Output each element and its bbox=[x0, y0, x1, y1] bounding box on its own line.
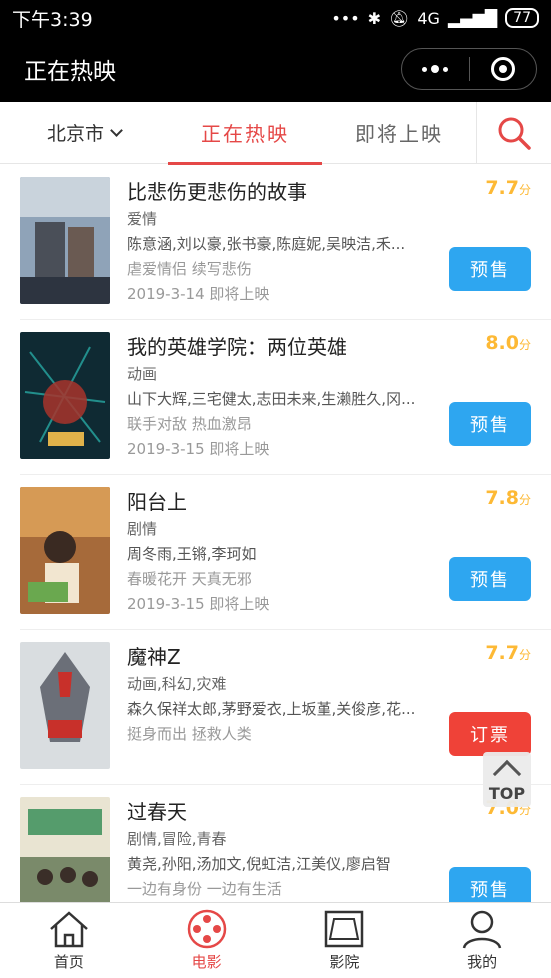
chevron-down-icon bbox=[110, 123, 123, 137]
movie-release: 2019-3-15 即将上映 bbox=[127, 595, 270, 613]
signal-icon: ▂▄▆█ bbox=[447, 8, 498, 28]
film-reel-icon bbox=[187, 909, 226, 949]
close-miniprogram-button[interactable] bbox=[470, 49, 537, 89]
movie-title: 阳台上 bbox=[127, 490, 187, 514]
movie-tagline: 春暖花开 天真无邪 bbox=[127, 570, 252, 588]
movie-genre: 剧情 bbox=[127, 520, 158, 538]
presale-button[interactable]: 预售 bbox=[449, 247, 531, 291]
nav-cinemas-label: 影院 bbox=[329, 953, 360, 971]
status-bar: 下午3:39 ••• ✱ 🔕︎ 4G ▂▄▆█ 77 bbox=[0, 0, 551, 36]
nav-movies[interactable]: 电影 bbox=[138, 903, 276, 978]
movie-title: 比悲伤更悲伤的故事 bbox=[127, 180, 307, 204]
bottom-nav: 首页 电影 影院 我的 bbox=[0, 902, 551, 978]
movie-poster[interactable] bbox=[20, 797, 110, 902]
more-dots-icon: ••• bbox=[331, 8, 360, 28]
movie-tagline: 挺身而出 拯救人类 bbox=[127, 725, 252, 743]
home-icon bbox=[50, 911, 88, 948]
tab-bar: 北京市 正在热映 即将上映 bbox=[0, 102, 551, 165]
movie-genre: 动画,科幻,灾难 bbox=[127, 675, 227, 693]
movie-title: 魔神Z bbox=[127, 645, 181, 669]
status-icons: ••• ✱ 🔕︎ 4G ▂▄▆█ 77 bbox=[331, 8, 539, 28]
movie-genre: 动画 bbox=[127, 365, 158, 383]
movie-poster[interactable] bbox=[20, 177, 110, 304]
more-button[interactable] bbox=[402, 49, 469, 89]
movie-tagline: 虐爱情侣 续写悲伤 bbox=[127, 260, 252, 278]
nav-movies-label: 电影 bbox=[191, 953, 222, 971]
movie-genre: 爱情 bbox=[127, 210, 158, 228]
city-label: 北京市 bbox=[46, 123, 104, 145]
movie-cast: 陈意涵,刘以豪,张书豪,陈庭妮,吴映洁,禾... bbox=[127, 235, 406, 253]
tab-coming-soon[interactable]: 即将上映 bbox=[322, 102, 476, 164]
movie-item[interactable]: 过春天 剧情,冒险,青春 黄尧,孙阳,汤加文,倪虹洁,江美仪,廖启智 一边有身份… bbox=[20, 785, 551, 902]
more-icon bbox=[422, 65, 449, 73]
movie-genre: 剧情,冒险,青春 bbox=[127, 830, 227, 848]
movie-tagline: 联手对敌 热血激昂 bbox=[127, 415, 252, 433]
nav-cinemas[interactable]: 影院 bbox=[276, 903, 414, 978]
title-bar: 正在热映 bbox=[0, 36, 551, 102]
search-icon bbox=[498, 117, 531, 150]
movie-list: 比悲伤更悲伤的故事 爱情 陈意涵,刘以豪,张书豪,陈庭妮,吴映洁,禾... 虐爱… bbox=[0, 165, 551, 902]
movie-tagline: 一边有身份 一边有生活 bbox=[127, 880, 282, 898]
movie-item[interactable]: 我的英雄学院：两位英雄 动画 山下大辉,三宅健太,志田未来,生濑胜久,冈... … bbox=[20, 320, 551, 475]
bluetooth-icon: ✱ bbox=[367, 8, 382, 28]
movie-score: 7.7分 bbox=[485, 177, 531, 199]
buy-ticket-button[interactable]: 订票 bbox=[449, 712, 531, 756]
tab-now-showing[interactable]: 正在热映 bbox=[168, 102, 322, 165]
movie-cast: 森久保祥太郎,茅野爱衣,上坂堇,关俊彦,花... bbox=[127, 700, 416, 718]
presale-button[interactable]: 预售 bbox=[449, 402, 531, 446]
cinema-icon bbox=[325, 910, 364, 948]
movie-item[interactable]: 阳台上 剧情 周冬雨,王锵,李珂如 春暖花开 天真无邪 2019-3-15 即将… bbox=[20, 475, 551, 630]
movie-score: 8.0分 bbox=[485, 332, 531, 354]
battery-icon: 77 bbox=[505, 8, 539, 28]
movie-score: 7.7分 bbox=[485, 642, 531, 664]
movie-item[interactable]: 比悲伤更悲伤的故事 爱情 陈意涵,刘以豪,张书豪,陈庭妮,吴映洁,禾... 虐爱… bbox=[20, 165, 551, 320]
mute-icon: 🔕︎ bbox=[389, 8, 410, 28]
back-to-top-button[interactable]: TOP bbox=[483, 752, 531, 807]
nav-home[interactable]: 首页 bbox=[0, 903, 138, 978]
presale-button[interactable]: 预售 bbox=[449, 557, 531, 601]
city-selector[interactable]: 北京市 bbox=[0, 119, 168, 146]
movie-poster[interactable] bbox=[20, 642, 110, 769]
miniprogram-capsule bbox=[401, 48, 537, 90]
movie-release: 2019-3-15 即将上映 bbox=[127, 440, 270, 458]
nav-profile-label: 我的 bbox=[467, 953, 498, 971]
movie-poster[interactable] bbox=[20, 332, 110, 459]
movie-title: 我的英雄学院：两位英雄 bbox=[127, 335, 347, 359]
user-icon bbox=[462, 910, 502, 949]
movie-cast: 黄尧,孙阳,汤加文,倪虹洁,江美仪,廖启智 bbox=[127, 855, 391, 873]
search-button[interactable] bbox=[476, 102, 551, 164]
nav-home-label: 首页 bbox=[53, 953, 84, 971]
movie-item[interactable]: 魔神Z 动画,科幻,灾难 森久保祥太郎,茅野爱衣,上坂堇,关俊彦,花... 挺身… bbox=[20, 630, 551, 785]
nav-profile[interactable]: 我的 bbox=[413, 903, 551, 978]
movie-poster[interactable] bbox=[20, 487, 110, 614]
network-label: 4G bbox=[417, 8, 440, 28]
movie-cast: 周冬雨,王锵,李珂如 bbox=[127, 545, 257, 563]
movie-title: 过春天 bbox=[127, 800, 187, 824]
target-icon bbox=[490, 57, 515, 81]
presale-button[interactable]: 预售 bbox=[449, 867, 531, 902]
movie-cast: 山下大辉,三宅健太,志田未来,生濑胜久,冈... bbox=[127, 390, 416, 408]
movie-score: 7.8分 bbox=[485, 487, 531, 509]
page-title: 正在热映 bbox=[24, 59, 116, 85]
status-time: 下午3:39 bbox=[12, 8, 93, 31]
movie-release: 2019-3-14 即将上映 bbox=[127, 285, 270, 303]
